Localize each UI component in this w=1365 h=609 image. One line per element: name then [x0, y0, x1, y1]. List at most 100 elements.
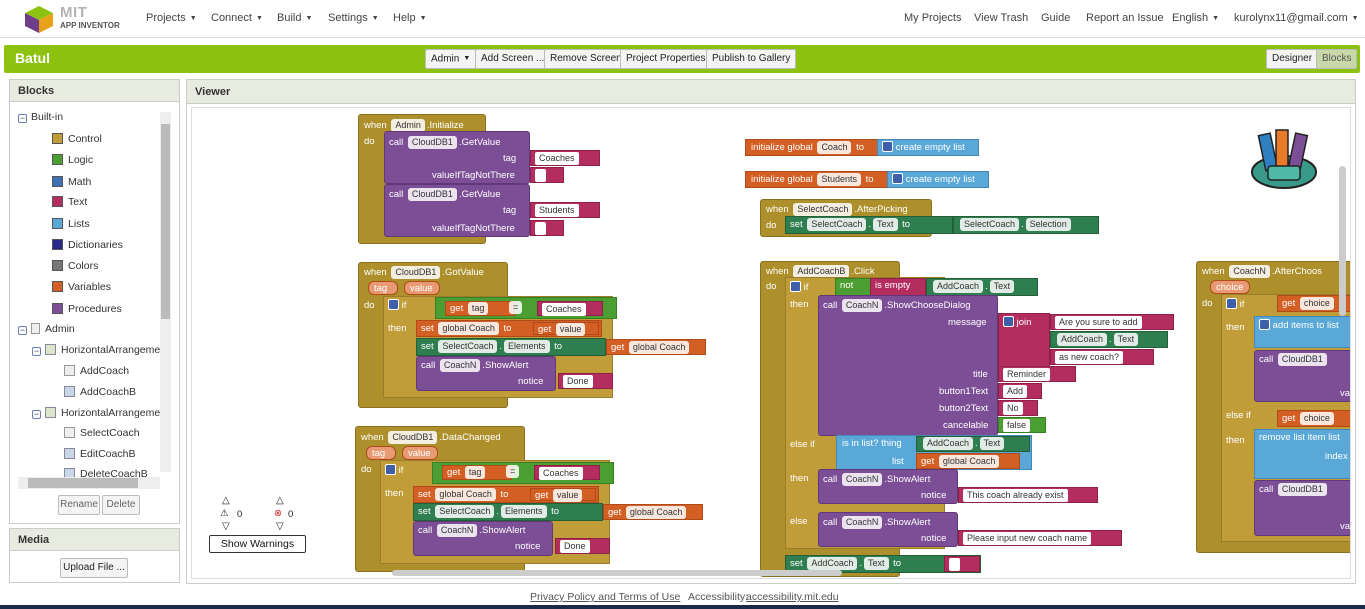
set-selectcoach-elements[interactable]: set SelectCoach. Elements to [416, 338, 606, 356]
not-block[interactable]: not [835, 278, 875, 296]
menu-help[interactable]: Help ▼ [393, 12, 427, 24]
set-selectcoach-text[interactable]: set SelectCoach. Text to [785, 216, 953, 234]
text-add[interactable]: Add [998, 383, 1042, 399]
text-students[interactable]: Students [530, 202, 600, 218]
text-are-you-sure[interactable]: Are you sure to add [1050, 314, 1174, 330]
add-items-to-list[interactable]: add items to list [1254, 316, 1350, 348]
text-coaches[interactable]: Coaches [537, 301, 603, 316]
addcoach-text[interactable]: AddCoach. Text [916, 436, 1030, 452]
privacy-link[interactable]: Privacy Policy and Terms of Use [530, 591, 680, 603]
tree-addcoachb[interactable]: AddCoachB [64, 383, 136, 401]
text-empty[interactable] [944, 556, 980, 572]
tree-editcoachb[interactable]: EditCoachB [64, 445, 135, 463]
project-properties-button[interactable]: Project Properties [620, 49, 712, 69]
category-text[interactable]: Text [52, 193, 87, 211]
param-choice[interactable]: choice [1210, 280, 1250, 294]
publish-gallery-button[interactable]: Publish to Gallery [706, 49, 797, 69]
category-variables[interactable]: Variables [52, 278, 111, 296]
addcoach-text[interactable]: AddCoach. Text [1050, 331, 1168, 348]
accessibility-link[interactable]: accessibility.mit.edu [746, 591, 839, 603]
is-empty-block[interactable]: is empty [870, 278, 926, 296]
category-control[interactable]: Control [52, 130, 102, 148]
menu-projects[interactable]: Projects ▼ [146, 12, 197, 24]
scrollbar-thumb[interactable] [161, 124, 170, 319]
join-block[interactable]: join [998, 313, 1050, 367]
text-empty[interactable] [530, 220, 564, 236]
link-guide[interactable]: Guide [1041, 12, 1070, 24]
category-logic[interactable]: Logic [52, 151, 93, 169]
scrollbar-thumb[interactable] [28, 478, 138, 488]
text-done[interactable]: Done [558, 373, 613, 389]
link-view-trash[interactable]: View Trash [974, 12, 1028, 24]
warning-up-arrow[interactable]: △ [222, 495, 230, 506]
designer-button[interactable]: Designer [1266, 49, 1319, 69]
get-value[interactable]: get value [533, 322, 599, 336]
init-global-students[interactable]: initialize global Students to [745, 171, 889, 188]
category-dictionaries[interactable]: Dictionaries [52, 236, 123, 254]
add-screen-button[interactable]: Add Screen ... [475, 49, 551, 69]
workspace-horizontal-scrollbar[interactable] [392, 570, 842, 576]
get-tag[interactable]: get tag [442, 465, 512, 480]
collapse-icon[interactable]: − [18, 326, 27, 335]
link-my-projects[interactable]: My Projects [904, 12, 961, 24]
get-global-coach[interactable]: get global Coach [603, 504, 703, 520]
collapse-icon[interactable]: − [18, 114, 27, 123]
screen-select-dropdown[interactable]: Admin ▼ [425, 49, 477, 69]
tree-vertical-scrollbar[interactable] [160, 112, 171, 472]
text-done[interactable]: Done [555, 538, 610, 554]
language-menu[interactable]: English ▼ [1172, 12, 1219, 24]
get-global-coach[interactable]: get global Coach [606, 339, 706, 355]
collapse-icon[interactable]: − [32, 410, 41, 419]
create-empty-list[interactable]: create empty list [877, 139, 979, 156]
param-tag[interactable]: tag [368, 281, 398, 295]
upload-file-button[interactable]: Upload File ... [60, 558, 128, 578]
menu-build[interactable]: Build ▼ [277, 12, 312, 24]
error-up-arrow[interactable]: △ [276, 495, 284, 506]
menu-connect[interactable]: Connect ▼ [211, 12, 263, 24]
call-clouddb[interactable]: call CloudDB1 [1254, 480, 1350, 536]
param-tag[interactable]: tag [366, 446, 396, 460]
delete-button[interactable]: Delete [102, 495, 140, 515]
category-procedures[interactable]: Procedures [52, 300, 122, 318]
text-no[interactable]: No [998, 400, 1038, 416]
create-empty-list[interactable]: create empty list [887, 171, 989, 188]
text-already-exist[interactable]: This coach already exist [958, 487, 1098, 503]
error-down-arrow[interactable]: ▽ [276, 521, 284, 532]
rename-button[interactable]: Rename [58, 495, 100, 515]
text-empty[interactable] [530, 167, 564, 183]
get-global-coach[interactable]: get global Coach [916, 453, 1020, 469]
text-coaches[interactable]: Coaches [534, 465, 600, 480]
param-value[interactable]: value [402, 446, 438, 460]
tree-horizontal-scrollbar[interactable] [18, 477, 160, 489]
collapse-icon[interactable]: − [32, 347, 41, 356]
tree-screen-admin[interactable]: − Admin [18, 320, 75, 338]
account-menu[interactable]: kurolynx11@gmail.com ▼ [1234, 12, 1359, 24]
call-clouddb[interactable]: call CloudDB1 [1254, 350, 1350, 402]
tree-arrangement-1[interactable]: − HorizontalArrangemen [32, 341, 160, 359]
warning-down-arrow[interactable]: ▽ [222, 521, 230, 532]
text-please-input[interactable]: Please input new coach name [958, 530, 1122, 546]
addcoach-text[interactable]: AddCoach. Text [926, 278, 1038, 296]
category-colors[interactable]: Colors [52, 257, 98, 275]
get-tag[interactable]: get tag [445, 301, 515, 316]
blocks-workspace[interactable]: when Admin .Initialize do call CloudDB1 .G… [191, 107, 1351, 579]
backpack-icon[interactable] [1248, 126, 1320, 192]
set-selectcoach-elements[interactable]: set SelectCoach. Elements to [413, 503, 603, 521]
category-lists[interactable]: Lists [52, 215, 90, 233]
menu-settings[interactable]: Settings ▼ [328, 12, 379, 24]
selectcoach-selection[interactable]: SelectCoach. Selection [953, 216, 1099, 234]
remove-screen-button[interactable]: Remove Screen [544, 49, 628, 69]
tree-selectcoach[interactable]: SelectCoach [64, 424, 140, 442]
link-report-issue[interactable]: Report an Issue [1086, 12, 1164, 24]
text-coaches[interactable]: Coaches [530, 150, 600, 166]
workspace-vertical-scrollbar[interactable] [1339, 166, 1346, 316]
show-warnings-button[interactable]: Show Warnings [209, 535, 306, 553]
text-as-new-coach[interactable]: as new coach? [1050, 349, 1154, 365]
get-choice[interactable]: get choice [1277, 410, 1350, 427]
tree-builtin[interactable]: − Built-in [18, 108, 63, 126]
init-global-coach[interactable]: initialize global Coach to [745, 139, 879, 156]
app-inventor-logo[interactable]: MIT APP INVENTOR [22, 3, 127, 35]
blocks-button[interactable]: Blocks [1316, 49, 1358, 69]
logic-false[interactable]: false [998, 417, 1046, 433]
text-reminder[interactable]: Reminder [998, 366, 1076, 382]
